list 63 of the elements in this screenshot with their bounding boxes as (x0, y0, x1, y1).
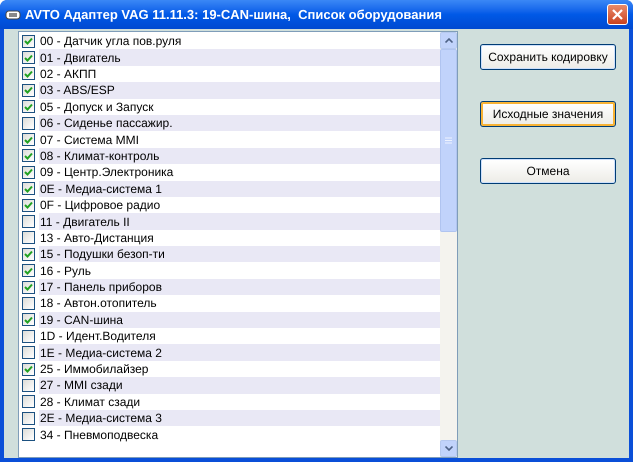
list-item[interactable]: 1D - Идент.Водителя (39, 328, 440, 344)
list-item[interactable]: 15 - Подушки безоп-ти (39, 246, 440, 262)
list-item[interactable]: 07 - Система MMI (39, 131, 440, 148)
list-item[interactable]: 00 - Датчик угла пов.руля (39, 33, 440, 50)
checkbox[interactable] (22, 231, 35, 244)
close-button[interactable] (607, 4, 628, 25)
list-item[interactable]: 16 - Руль (39, 262, 440, 279)
list-item[interactable]: 01 - Двигатель (39, 49, 440, 66)
checkbox[interactable] (22, 313, 35, 326)
list-item[interactable]: 0F - Цифровое радио (39, 196, 440, 214)
check-icon (24, 316, 33, 324)
checkbox[interactable] (22, 412, 35, 425)
list-item[interactable]: 18 - Автон.отопитель (39, 295, 440, 312)
scroll-down-button[interactable] (440, 440, 457, 457)
checkbox[interactable] (22, 133, 35, 146)
list-item[interactable]: 09 - Центр.Электроника (39, 164, 440, 181)
checkbox[interactable] (22, 198, 35, 212)
dialog-button[interactable]: Отмена (480, 158, 616, 184)
list-item[interactable]: 05 - Допуск и Запуск (39, 98, 440, 115)
checkbox[interactable] (22, 51, 35, 64)
list-item[interactable]: 1E - Медиа-система 2 (39, 344, 440, 361)
checkbox[interactable] (22, 395, 35, 408)
grip-icon (445, 137, 452, 144)
list-item[interactable]: 11 - Двигатель II (39, 213, 440, 230)
list-item[interactable]: 27 - MMI сзади (39, 377, 440, 394)
check-icon (24, 365, 33, 373)
list-item[interactable]: 19 - CAN-шина (39, 312, 440, 328)
checkbox[interactable] (22, 248, 35, 261)
checkbox[interactable] (22, 296, 35, 310)
list-item[interactable]: 02 - АКПП (39, 66, 440, 82)
list-item[interactable]: 03 - ABS/ESP (39, 82, 440, 99)
checkbox[interactable] (22, 330, 35, 343)
checkbox[interactable] (22, 378, 35, 392)
checkbox[interactable] (22, 182, 35, 196)
checkbox[interactable] (22, 346, 35, 360)
dialog-button[interactable]: Сохранить кодировку (480, 44, 616, 70)
list-item[interactable]: 25 - Иммобилайзер (39, 360, 440, 378)
checkbox[interactable] (22, 214, 35, 228)
checkbox[interactable] (22, 362, 35, 376)
checkbox[interactable] (22, 166, 35, 179)
checkbox[interactable] (22, 34, 35, 48)
checkbox[interactable] (22, 116, 35, 130)
dialog-button[interactable]: Исходные значения (480, 101, 616, 127)
checkbox[interactable] (22, 84, 35, 97)
scroll-up-button[interactable] (440, 32, 457, 49)
list-item[interactable]: 34 - Пневмоподвеска (39, 426, 440, 443)
list-item[interactable]: 17 - Панель приборов (39, 278, 440, 296)
list-item[interactable]: 28 - Климат сзади (39, 394, 440, 410)
checkbox[interactable] (22, 149, 35, 162)
list-item[interactable]: 08 - Климат-контроль (39, 148, 440, 164)
checkbox[interactable] (22, 100, 35, 114)
close-icon (612, 9, 623, 20)
app-icon (5, 8, 21, 20)
scroll-thumb[interactable] (440, 49, 457, 232)
list-item[interactable]: 06 - Сиденье пассажир. (39, 114, 440, 132)
checkbox[interactable] (22, 280, 35, 294)
list-item[interactable]: 13 - Авто-Дистанция (39, 230, 440, 246)
list-item[interactable]: 2E - Медиа-система 3 (39, 410, 440, 426)
window-title: AVTO Адаптер VAG 11.11.3: 19-CAN-шина, Список оборудования (25, 6, 443, 24)
checkbox[interactable] (22, 264, 35, 278)
checkbox[interactable] (22, 67, 35, 80)
checkbox[interactable] (22, 428, 35, 442)
list-item[interactable]: 0E - Медиа-система 1 (39, 180, 440, 197)
